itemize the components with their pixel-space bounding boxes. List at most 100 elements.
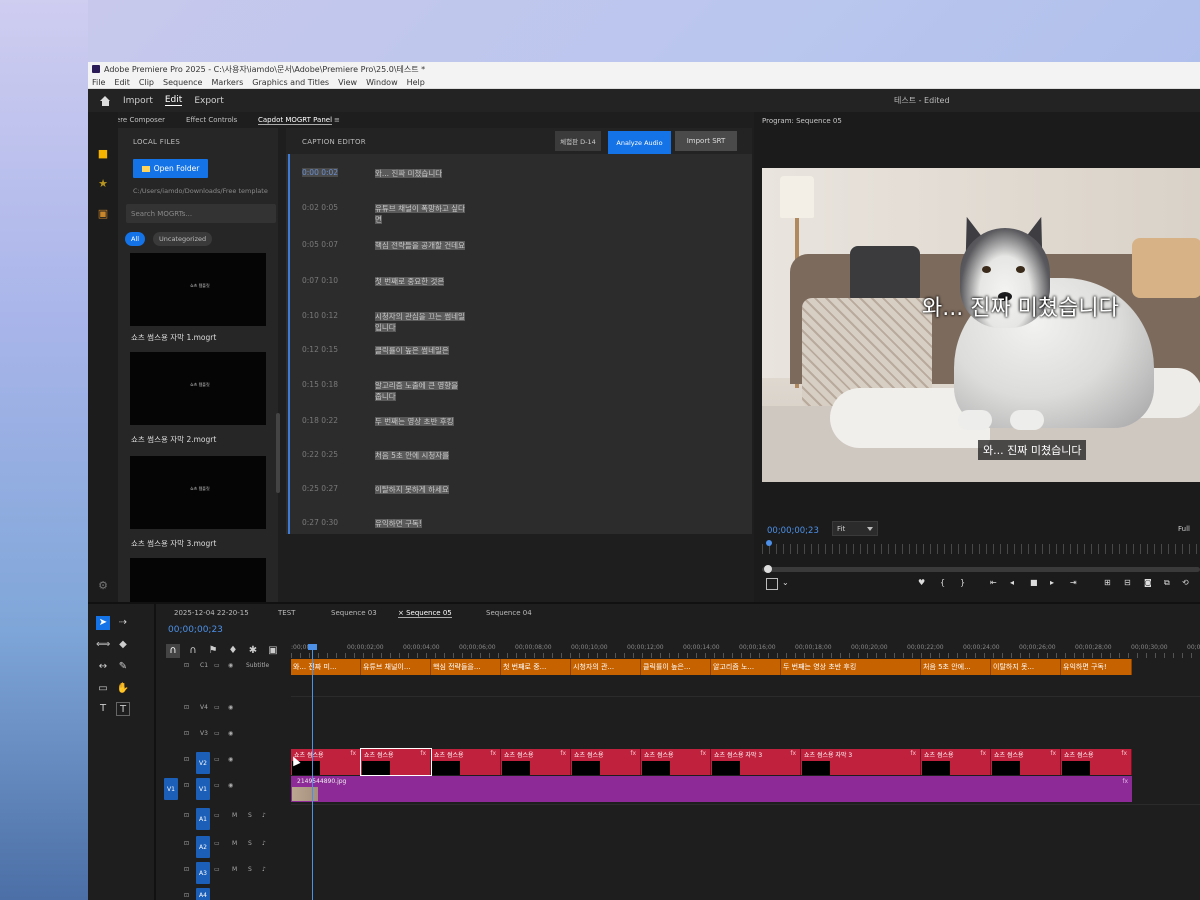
rectangle-icon[interactable]: ▭ <box>96 682 110 696</box>
track-target-v2[interactable]: V2 <box>196 752 210 774</box>
mark-in-icon[interactable]: { <box>940 578 945 587</box>
caption-time[interactable]: 0:05 0:07 <box>302 240 362 249</box>
monitor-scrub-bar[interactable] <box>762 567 1200 572</box>
v2-clip[interactable]: 쇼츠 썸스용 fx <box>501 749 571 775</box>
type-tool-icon[interactable]: T <box>96 702 110 716</box>
caption-text-field[interactable]: 처음 5초 안에 시청자를 <box>375 450 465 461</box>
chip-uncategorized[interactable]: Uncategorized <box>153 232 213 246</box>
caption-clip[interactable]: 두 번째는 영상 초반 후킹 <box>781 659 921 675</box>
sync-icon[interactable]: ▭ <box>214 782 220 789</box>
comparison-icon[interactable]: ⧉ <box>1164 578 1170 588</box>
menu-clip[interactable]: Clip <box>139 78 154 87</box>
caption-clip[interactable]: 이탈하지 못... <box>991 659 1061 675</box>
caption-text-field[interactable]: 시청자의 관심을 끄는 썸네일입니다 <box>375 311 465 333</box>
lock-icon[interactable]: ⊡ <box>184 840 189 847</box>
timeline-timecode[interactable]: 00;00;00;23 <box>168 625 223 635</box>
ws-edit[interactable]: Edit <box>164 95 183 106</box>
caption-clip[interactable]: 클릭률이 높은... <box>641 659 711 675</box>
tab-effect-controls[interactable]: Effect Controls <box>186 116 237 124</box>
linked-icon[interactable]: ∩ <box>186 644 200 658</box>
mic-icon[interactable]: ♪ <box>262 812 266 819</box>
resolution-dropdown[interactable]: Full <box>1178 525 1190 533</box>
mogrt-label[interactable]: 쇼츠 썸스용 자막 3.mogrt <box>131 538 216 549</box>
v2-clip[interactable]: 쇼츠 썸스용 자막 3 fx <box>801 749 921 775</box>
monitor-playhead[interactable] <box>766 540 772 546</box>
caption-text-field[interactable]: 핵심 전략들을 공개할 건데요 <box>375 240 465 251</box>
caption-tool-icon[interactable]: T <box>116 702 130 716</box>
caption-clip[interactable]: 유튜브 채널이... <box>361 659 431 675</box>
analyze-audio-button[interactable]: Analyze Audio <box>608 131 671 154</box>
lock-icon[interactable]: ⊡ <box>184 866 189 873</box>
seq-tab[interactable]: TEST <box>278 609 295 617</box>
menu-file[interactable]: File <box>92 78 105 87</box>
v1-clip[interactable]: 2149544890.jpg fx <box>291 776 1132 802</box>
source-patch-v1[interactable]: V1 <box>164 778 178 800</box>
insert-icon[interactable]: ⊞ <box>1104 578 1111 587</box>
v2-clip[interactable]: 쇼츠 썸스용 fx <box>991 749 1061 775</box>
wrench-icon[interactable]: ✱ <box>246 644 260 658</box>
go-to-out-icon[interactable]: ⇥ <box>1070 578 1077 587</box>
mogrt-thumb[interactable]: 쇼츠 템플릿 <box>130 352 266 425</box>
safe-margins-icon[interactable] <box>766 578 778 590</box>
ws-import[interactable]: Import <box>123 96 153 106</box>
lock-icon[interactable]: ⊡ <box>184 730 189 737</box>
panel-menu-icon[interactable]: ≡ <box>334 116 340 124</box>
caption-time[interactable]: 0:07 0:10 <box>302 276 362 285</box>
sync-icon[interactable]: ▭ <box>214 730 220 737</box>
open-folder-button[interactable]: Open Folder <box>133 159 208 178</box>
mogrt-label[interactable]: 쇼츠 썸스용 자막 2.mogrt <box>131 434 216 445</box>
marker-icon[interactable]: ♥ <box>918 578 925 587</box>
sync-icon[interactable]: ▭ <box>214 812 220 819</box>
track-target-a2[interactable]: A2 <box>196 836 210 858</box>
go-to-in-icon[interactable]: ⇤ <box>990 578 997 587</box>
caption-text-field[interactable]: 두 번째는 영상 초반 후킹 <box>375 416 465 427</box>
v2-clip[interactable]: 쇼츠 썸스용 fx <box>431 749 501 775</box>
lock-icon[interactable]: ⊡ <box>184 662 189 669</box>
caption-text-field[interactable]: 첫 번째로 중요한 것은 <box>375 276 465 287</box>
caption-time[interactable]: 0:12 0:15 <box>302 345 362 354</box>
caption-text-field[interactable]: 이탈하지 못하게 하세요 <box>375 484 465 495</box>
caption-time[interactable]: 0:00 0:02 <box>302 168 362 177</box>
settings-icon[interactable]: ⟲ <box>1182 578 1189 587</box>
eye-icon[interactable]: ◉ <box>228 704 233 711</box>
caption-clip[interactable]: 시청자의 관... <box>571 659 641 675</box>
mogrt-search-input[interactable]: Search MOGRTs... <box>126 204 276 223</box>
v2-clip[interactable]: 쇼츠 썸스용 fx <box>571 749 641 775</box>
tab-capdot-mogrt[interactable]: Capdot MOGRT Panel <box>258 116 333 125</box>
program-timecode[interactable]: 00;00;00;23 <box>767 526 819 536</box>
scrollbar[interactable] <box>276 413 280 493</box>
caption-time[interactable]: 0:02 0:05 <box>302 203 362 212</box>
caption-text-field[interactable]: 유익하면 구독! <box>375 518 465 529</box>
track-target-a1[interactable]: A1 <box>196 808 210 830</box>
caption-text-field[interactable]: 클릭률이 높은 썸네일은 <box>375 345 465 356</box>
seq-tab[interactable]: Sequence 04 <box>486 609 532 617</box>
hand-icon[interactable]: ✋ <box>116 682 130 696</box>
captions-icon[interactable]: ▣ <box>266 644 280 658</box>
menu-window[interactable]: Window <box>366 78 398 87</box>
gift-icon[interactable]: ▣ <box>97 208 109 220</box>
eye-icon[interactable]: ◉ <box>228 782 233 789</box>
chip-all[interactable]: All <box>125 232 146 246</box>
lock-icon[interactable]: ⊡ <box>184 782 189 789</box>
v2-clip[interactable]: 쇼츠 썸스용 자막 3 fx <box>711 749 801 775</box>
eye-icon[interactable]: ◉ <box>228 756 233 763</box>
caption-clip[interactable]: 알고리즘 노... <box>711 659 781 675</box>
mogrt-label[interactable]: 쇼츠 썸스용 자막 1.mogrt <box>131 332 216 343</box>
razor-icon[interactable]: ◆ <box>116 638 130 652</box>
v2-clip[interactable]: 쇼츠 썸스용 fx <box>360 748 432 776</box>
import-srt-button[interactable]: Import SRT <box>675 131 737 151</box>
overwrite-icon[interactable]: ⊟ <box>1124 578 1131 587</box>
pen-icon[interactable]: ✎ <box>116 660 130 674</box>
slip-icon[interactable]: ↔ <box>96 660 110 674</box>
mogrt-thumb[interactable] <box>130 558 266 602</box>
solo-button[interactable]: S <box>248 866 252 873</box>
caption-clip[interactable]: 처음 5초 안에... <box>921 659 991 675</box>
mogrt-thumb[interactable]: 쇼츠 템플릿 <box>130 253 266 326</box>
track-target-a4[interactable]: A4 <box>196 888 210 900</box>
mute-button[interactable]: M <box>232 866 237 873</box>
solo-button[interactable]: S <box>248 840 252 847</box>
caption-time[interactable]: 0:25 0:27 <box>302 484 362 493</box>
menu-graphics[interactable]: Graphics and Titles <box>252 78 329 87</box>
lock-icon[interactable]: ⊡ <box>184 892 189 899</box>
monitor-ruler[interactable] <box>762 544 1200 554</box>
